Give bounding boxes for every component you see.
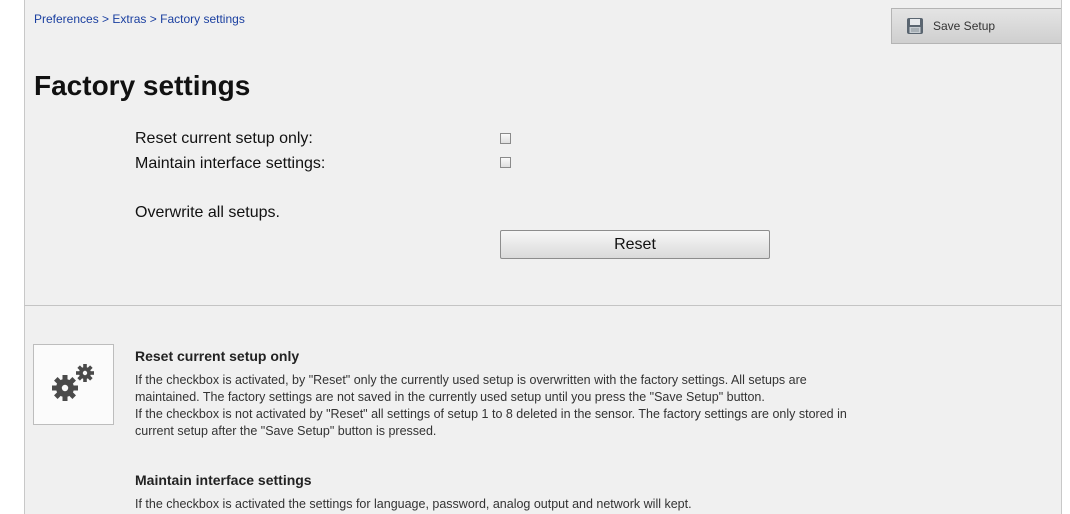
reset-current-label: Reset current setup only: <box>135 130 313 147</box>
breadcrumb: Preferences > Extras > Factory settings <box>34 12 245 26</box>
breadcrumb-separator: > <box>102 12 110 26</box>
save-setup-label: Save Setup <box>933 19 996 33</box>
help-text-maintain-interface: If the checkbox is activated the setting… <box>135 497 692 511</box>
maintain-interface-label: Maintain interface settings: <box>135 155 326 172</box>
reset-current-checkbox[interactable] <box>500 133 511 144</box>
help-icon-box <box>33 344 114 425</box>
breadcrumb-separator: > <box>149 12 157 26</box>
maintain-interface-checkbox[interactable] <box>500 157 511 168</box>
gears-icon <box>49 362 99 407</box>
help-heading-reset-current: Reset current setup only <box>135 348 300 364</box>
help-text-reset-current: If the checkbox is activated, by "Reset"… <box>135 372 1040 440</box>
overwrite-text: Overwrite all setups. <box>135 204 280 221</box>
breadcrumb-factory-settings[interactable]: Factory settings <box>160 12 245 26</box>
breadcrumb-preferences[interactable]: Preferences <box>34 12 99 26</box>
help-line: current setup after the "Save Setup" but… <box>135 424 437 438</box>
help-line: If the checkbox is not activated by "Res… <box>135 407 847 421</box>
floppy-disk-icon <box>906 17 924 35</box>
divider <box>24 305 1062 306</box>
help-line: maintained. The factory settings are not… <box>135 390 765 404</box>
breadcrumb-extras[interactable]: Extras <box>112 12 146 26</box>
save-setup-button[interactable]: Save Setup <box>891 8 1061 44</box>
help-line: If the checkbox is activated, by "Reset"… <box>135 373 807 387</box>
reset-button[interactable]: Reset <box>500 230 770 259</box>
page-title: Factory settings <box>34 70 251 101</box>
help-heading-maintain-interface: Maintain interface settings <box>135 472 312 488</box>
